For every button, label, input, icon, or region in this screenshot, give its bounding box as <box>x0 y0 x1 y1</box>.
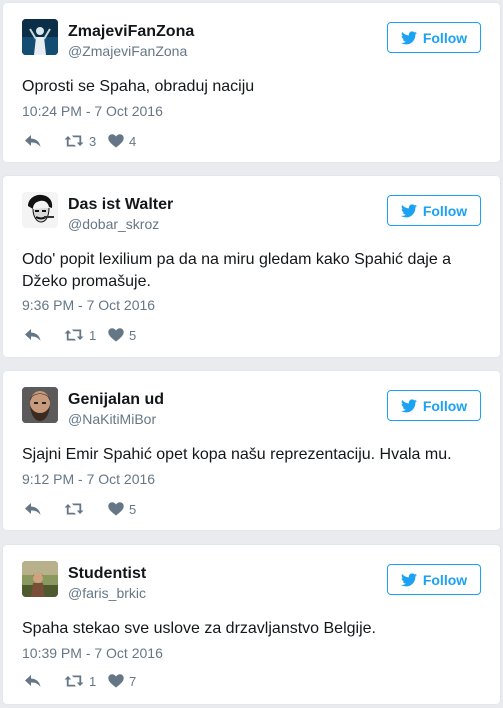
like-button[interactable]: 4 <box>108 134 136 149</box>
tweet-card: Studentist @faris_brkic Follow Spaha ste… <box>2 544 501 705</box>
avatar[interactable] <box>22 19 58 55</box>
tweet-timestamp[interactable]: 10:24 PM - 7 Oct 2016 <box>22 102 163 120</box>
user-handle[interactable]: @NaKitiMiBor <box>68 410 156 428</box>
follow-label: Follow <box>422 29 468 46</box>
retweet-count: 1 <box>89 327 97 343</box>
tweet-actions: 1 7 <box>24 672 136 690</box>
display-name[interactable]: Das ist Walter <box>68 196 173 214</box>
retweet-icon <box>64 502 84 516</box>
tweet-timestamp[interactable]: 9:12 PM - 7 Oct 2016 <box>22 470 155 488</box>
retweet-count: 1 <box>89 673 97 689</box>
heart-icon <box>108 328 124 342</box>
reply-icon <box>24 674 42 688</box>
heart-icon <box>108 674 124 688</box>
twitter-bird-icon <box>401 204 417 218</box>
tweet-actions: 3 4 <box>24 132 136 150</box>
like-button[interactable]: 5 <box>108 502 136 517</box>
avatar[interactable] <box>22 561 58 597</box>
follow-button[interactable]: Follow <box>387 564 481 595</box>
heart-icon <box>108 134 124 148</box>
follow-button[interactable]: Follow <box>387 390 481 421</box>
twitter-bird-icon <box>401 31 417 45</box>
tweet-text: Odo' popit lexilium pa da na miru gledam… <box>22 251 452 290</box>
reply-icon <box>24 134 42 148</box>
tweet-actions: 1 5 <box>24 326 136 344</box>
twitter-bird-icon <box>401 573 417 587</box>
like-count: 5 <box>129 327 137 343</box>
reply-icon <box>24 328 42 342</box>
like-count: 7 <box>129 673 137 689</box>
twitter-bird-icon <box>401 399 417 413</box>
reply-icon <box>24 502 42 516</box>
like-button[interactable]: 5 <box>108 328 136 343</box>
follow-button[interactable]: Follow <box>387 195 481 226</box>
reply-button[interactable] <box>24 674 64 688</box>
follow-label: Follow <box>422 202 468 219</box>
display-name[interactable]: Genijalan ud <box>68 391 164 409</box>
like-button[interactable]: 7 <box>108 674 136 689</box>
like-count: 5 <box>129 501 137 517</box>
reply-button[interactable] <box>24 502 64 516</box>
retweet-button[interactable] <box>64 502 108 516</box>
tweet-timestamp[interactable]: 10:39 PM - 7 Oct 2016 <box>22 644 163 662</box>
retweet-button[interactable]: 1 <box>64 674 108 689</box>
tweet-card: Das ist Walter @dobar_skroz Follow Odo' … <box>2 175 501 358</box>
tweet-actions: 5 <box>24 500 136 518</box>
retweet-button[interactable]: 1 <box>64 328 108 343</box>
tweet-card: Genijalan ud @NaKitiMiBor Follow Sjajni … <box>2 370 501 531</box>
retweet-icon <box>64 328 84 342</box>
reply-button[interactable] <box>24 328 64 342</box>
retweet-count: 3 <box>89 133 97 149</box>
display-name[interactable]: Studentist <box>68 565 146 583</box>
user-handle[interactable]: @ZmajeviFanZona <box>68 42 187 60</box>
avatar[interactable] <box>22 387 58 423</box>
reply-button[interactable] <box>24 134 64 148</box>
tweet-text: Spaha stekao sve uslove za drzavljanstvo… <box>22 620 376 637</box>
avatar[interactable] <box>22 192 58 228</box>
user-handle[interactable]: @dobar_skroz <box>68 215 159 233</box>
follow-label: Follow <box>422 397 468 414</box>
heart-icon <box>108 502 124 516</box>
follow-button[interactable]: Follow <box>387 22 481 53</box>
follow-label: Follow <box>422 571 468 588</box>
tweet-card: ZmajeviFanZona @ZmajeviFanZona Follow Op… <box>2 2 501 163</box>
retweet-icon <box>64 674 84 688</box>
like-count: 4 <box>129 133 137 149</box>
retweet-icon <box>64 134 84 148</box>
tweet-text: Oprosti se Spaha, obraduj naciju <box>22 78 255 95</box>
tweet-timestamp[interactable]: 9:36 PM - 7 Oct 2016 <box>22 296 155 314</box>
tweet-text: Sjajni Emir Spahić opet kopa našu reprez… <box>22 446 452 463</box>
user-handle[interactable]: @faris_brkic <box>68 584 146 602</box>
retweet-button[interactable]: 3 <box>64 134 108 149</box>
display-name[interactable]: ZmajeviFanZona <box>68 23 194 41</box>
